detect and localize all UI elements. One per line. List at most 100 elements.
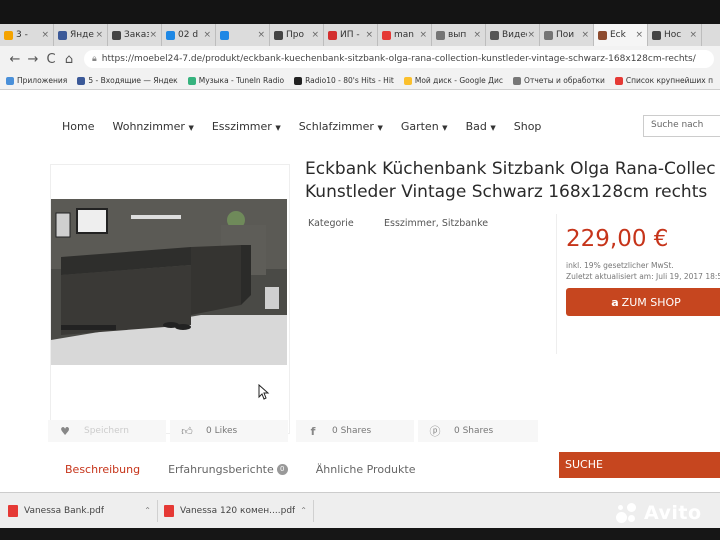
to-shop-label: ZUM SHOP [621,295,681,309]
home-button[interactable]: ⌂ [60,52,78,67]
to-shop-button[interactable]: a ZUM SHOP [566,288,720,316]
bookmark-favicon-icon [614,76,623,85]
bookmark-item[interactable]: Мой диск - Google Дис [403,76,504,85]
product-title-line-1: Eckbank Küchenbank Sitzbank Olga Rana-Co… [305,159,716,179]
browser-tab[interactable]: Hoc × [648,24,702,46]
forward-button[interactable]: → [24,52,42,67]
close-icon[interactable]: × [365,30,373,40]
tab-reviews[interactable]: Erfahrungsberichte 0 [168,463,288,476]
vat-note: inkl. 19% gesetzlicher MwSt. [566,261,674,270]
close-icon[interactable]: × [311,30,319,40]
tab-title: 02 d [178,30,199,40]
chevron-up-icon[interactable]: ⌃ [144,506,151,515]
bookmark-label: Мой диск - Google Дис [414,76,504,85]
browser-tab[interactable]: Янде × [54,24,108,46]
tab-title: вып [448,30,467,40]
close-icon[interactable]: × [473,30,481,40]
download-item[interactable]: Vanessa 120 комен....pdf ⌃ [164,499,314,522]
browser-tab[interactable]: man × [378,24,432,46]
close-icon[interactable]: × [41,30,49,40]
site-search-input[interactable]: Suche nach [643,115,720,137]
reviews-count-badge: 0 [276,463,288,475]
tab-favicon-icon [490,30,499,40]
nav-item-schlafzimmer[interactable]: Schlafzimmer ▼ [299,120,383,133]
nav-item-esszimmer[interactable]: Esszimmer ▼ [212,120,281,133]
avito-wordmark: Avito [644,502,702,524]
close-icon[interactable]: × [203,30,211,40]
browser-tab-strip: 3 - × Янде × Заказ × 02 d × × Про × ИП - × man × вып ×… [0,24,720,46]
browser-tab[interactable]: ИП - × [324,24,378,46]
close-icon[interactable]: × [689,30,697,40]
close-icon[interactable]: × [581,30,589,40]
nav-item-wohnzimmer[interactable]: Wohnzimmer ▼ [112,120,193,133]
nav-item-garten[interactable]: Garten ▼ [401,120,448,133]
bookmark-item[interactable]: Музыка - TuneIn Radio [187,76,284,85]
bookmark-item[interactable]: Список крупнейших п [614,76,713,85]
nav-item-shop[interactable]: Shop [514,120,542,133]
browser-tab[interactable]: Заказ × [108,24,162,46]
close-icon[interactable]: × [527,30,535,40]
bookmark-item[interactable]: 5 - Входящие — Яндек [77,76,178,85]
save-share-button[interactable]: ♥ Speichern [48,420,166,442]
back-button[interactable]: ← [6,52,24,67]
download-filename: Vanessa 120 комен....pdf [180,505,296,516]
bookmark-label: 5 - Входящие — Яндек [88,76,178,85]
nav-item-bad[interactable]: Bad ▼ [466,120,496,133]
heart-icon: ♥ [60,424,70,438]
tab-favicon-icon [220,30,229,40]
tab-favicon-icon [274,30,283,40]
nav-item-label: Garten [400,120,439,133]
download-item[interactable]: Vanessa Bank.pdf ⌃ [8,499,158,522]
browser-tab[interactable]: 02 d × [162,24,216,46]
bookmark-item[interactable]: Отчеты и обработки [513,76,605,85]
pinterest-share-button[interactable]: ⓟ 0 Shares [418,420,538,442]
nav-item-label: Shop [513,120,542,133]
browser-tab[interactable]: Eck × [594,24,648,46]
category-links[interactable]: Esszimmer, Sitzbanke [384,218,488,229]
nav-item-label: Home [62,120,95,133]
close-icon[interactable]: × [419,30,427,40]
site-navigation: Home Wohnzimmer ▼ Esszimmer ▼ Schlafzimmer … [62,120,559,133]
close-icon[interactable]: × [149,30,157,40]
reload-button[interactable]: C [42,52,60,67]
nav-item-label: Schlafzimmer [298,120,374,133]
close-icon[interactable]: × [257,30,265,40]
close-icon[interactable]: × [635,30,643,40]
browser-tab[interactable]: Пои × [540,24,594,46]
likes-button[interactable]: 👍︎ 0 Likes [170,420,288,442]
chevron-up-icon[interactable]: ⌃ [300,506,307,515]
pinterest-icon: ⓟ [429,425,441,438]
nav-item-home[interactable]: Home [62,120,94,133]
lock-icon: 🔒︎ [92,54,97,64]
tab-similar-products[interactable]: Ähnliche Produkte [316,463,416,476]
tab-title: man [394,30,414,40]
bookmark-item[interactable]: Radio10 - 80's Hits - Hit [294,76,394,85]
tab-description[interactable]: Beschreibung [65,463,140,476]
sidebar-search-header: SUCHE [559,452,720,478]
tab-title: ИП - [340,30,360,40]
browser-tab[interactable]: Про × [270,24,324,46]
avito-watermark: Avito [614,500,702,526]
tab-favicon-icon [4,30,13,40]
product-image-frame[interactable] [50,164,290,434]
nav-item-label: Esszimmer [211,120,272,133]
tab-title: Про [286,30,304,40]
pdf-file-icon [164,504,174,517]
close-icon[interactable]: × [95,30,103,40]
tab-favicon-icon [328,30,337,40]
likes-count: 0 Likes [206,426,238,436]
tab-title: Янде [70,30,94,40]
browser-tab[interactable]: × [216,24,270,46]
chevron-down-icon: ▼ [377,124,383,132]
browser-tab[interactable]: вып × [432,24,486,46]
last-updated: Zuletzt aktualisiert am: Juli 19, 2017 1… [566,272,720,281]
chevron-down-icon: ▼ [275,124,281,132]
browser-tab[interactable]: Видео× [486,24,540,46]
product-title: Eckbank Küchenbank Sitzbank Olga Rana-Co… [305,158,720,204]
url-bar[interactable]: 🔒︎ https://moebel24-7.de/produkt/eckbank… [84,50,714,68]
bookmark-label: Radio10 - 80's Hits - Hit [305,76,394,85]
facebook-share-button[interactable]: f 0 Shares [296,420,414,442]
browser-tab[interactable]: 3 - × [0,24,54,46]
amazon-icon: a [611,295,619,309]
bookmark-item[interactable]: Приложения [6,76,67,85]
